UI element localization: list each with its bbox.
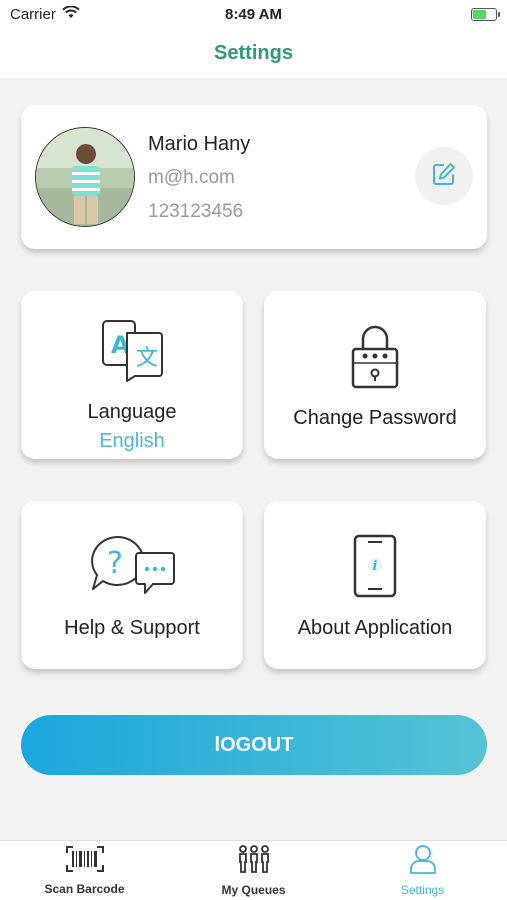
queue-icon (234, 844, 274, 879)
tab-bar: Scan Barcode My Queues Settings (0, 840, 507, 900)
svg-text:文: 文 (136, 346, 158, 371)
edit-profile-button[interactable] (415, 147, 473, 205)
wifi-icon (62, 4, 80, 23)
status-left: Carrier (10, 4, 80, 23)
tab-label-my-queues: My Queues (221, 883, 286, 897)
barcode-icon (65, 845, 105, 878)
language-label: Language (87, 401, 177, 423)
phone-info-icon: i (352, 533, 398, 599)
tab-settings[interactable]: Settings (338, 841, 507, 900)
help-support-tile[interactable]: ? Help & Support (21, 501, 243, 669)
user-icon (408, 844, 438, 879)
edit-icon (431, 161, 457, 192)
tab-label-scan-barcode: Scan Barcode (44, 882, 125, 896)
tab-label-settings: Settings (400, 883, 445, 897)
svg-text:?: ? (107, 546, 123, 581)
change-password-tile[interactable]: Change Password (264, 291, 486, 459)
lock-icon (350, 323, 400, 389)
profile-card: Mario Hany m@h.com 123123456 (21, 105, 487, 249)
chat-help-icon: ? (87, 533, 177, 599)
about-application-label: About Application (297, 617, 453, 639)
change-password-label: Change Password (293, 407, 457, 429)
status-bar: Carrier 8:49 AM (0, 0, 507, 28)
header: Settings (0, 28, 507, 78)
svg-text:i: i (373, 559, 378, 574)
carrier-label: Carrier (10, 5, 56, 23)
tab-my-queues[interactable]: My Queues (169, 841, 338, 900)
logout-button[interactable]: lOGOUT (21, 715, 487, 775)
language-value: English (99, 430, 165, 452)
translate-icon: A 文 (99, 317, 165, 383)
profile-name: Mario Hany (148, 133, 251, 155)
avatar (35, 127, 135, 227)
language-tile[interactable]: A 文 Language English (21, 291, 243, 459)
profile-email: m@h.com (148, 167, 235, 188)
about-application-tile[interactable]: i About Application (264, 501, 486, 669)
page-title: Settings (214, 41, 293, 64)
battery-icon (471, 7, 500, 21)
help-support-label: Help & Support (64, 617, 200, 639)
tab-scan-barcode[interactable]: Scan Barcode (0, 841, 169, 900)
profile-phone: 123123456 (148, 201, 244, 222)
